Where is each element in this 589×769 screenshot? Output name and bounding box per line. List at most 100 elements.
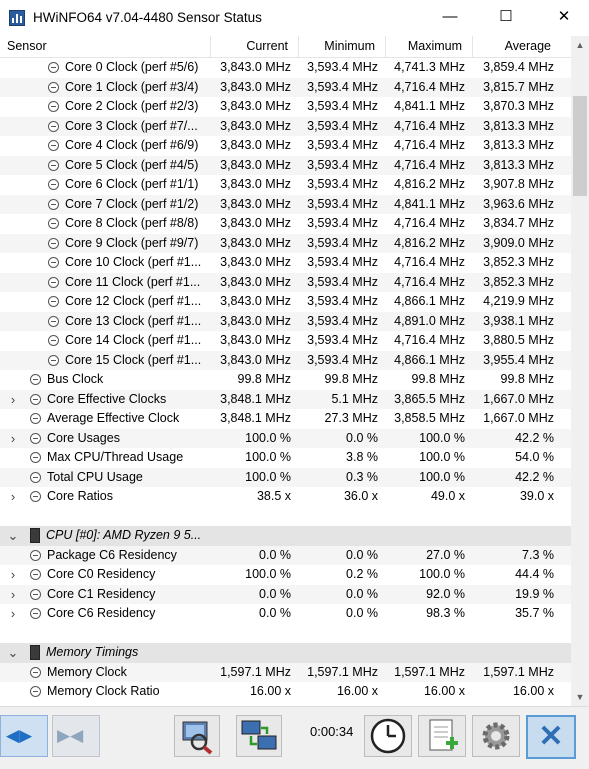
sensor-value-average: 3,813.3 MHz bbox=[483, 118, 554, 133]
column-header-maximum[interactable]: Maximum bbox=[385, 36, 472, 57]
sensor-gauge-icon bbox=[30, 666, 41, 678]
sensor-group-row[interactable]: ⌄ Memory Timings bbox=[0, 643, 571, 663]
sensor-row[interactable]: › Core C1 Residency 0.0 % 0.0 % 92.0 % 19.9 % bbox=[0, 584, 571, 605]
sensor-row[interactable]: Core 8 Clock (perf #8/8) 3,843.0 MHz 3,593… bbox=[0, 214, 571, 234]
column-header: Sensor Current Minimum Maximum Average bbox=[0, 36, 571, 58]
sensor-value-minimum: 0.0 % bbox=[346, 430, 378, 445]
sensor-value-maximum: 4,716.4 MHz bbox=[394, 216, 465, 230]
scroll-up-arrow-icon[interactable]: ▲ bbox=[571, 36, 589, 54]
sensor-value-average: 3,815.7 MHz bbox=[483, 79, 554, 94]
sensor-gauge-icon bbox=[30, 471, 41, 483]
sensor-value-minimum: 3,593.4 MHz bbox=[307, 60, 378, 74]
sensor-row[interactable]: Core 1 Clock (perf #3/4) 3,843.0 MHz 3,593… bbox=[0, 77, 571, 97]
sensor-group-label: CPU [#0]: AMD Ryzen 9 5... bbox=[46, 528, 202, 542]
expand-chevron-icon[interactable]: › bbox=[7, 429, 19, 449]
hwinfo-app-icon bbox=[9, 10, 25, 26]
sensor-value-current: 16.00 x bbox=[249, 684, 291, 698]
expand-chevron-icon[interactable]: › bbox=[7, 565, 19, 585]
sensor-value-current: 0.0 % bbox=[259, 547, 291, 562]
column-header-sensor[interactable]: Sensor bbox=[0, 36, 210, 57]
sensor-value-average: 99.8 MHz bbox=[500, 372, 555, 386]
sensor-value-average: 42.2 % bbox=[515, 469, 554, 484]
expand-collapse-arrows-icon[interactable]: ◀▶ bbox=[0, 715, 48, 757]
sensor-value-maximum: 100.0 % bbox=[419, 450, 465, 464]
sensor-row[interactable]: › Core Usages 100.0 % 0.0 % 100.0 % 42.2 % bbox=[0, 428, 571, 449]
sensor-row[interactable]: Core 3 Clock (perf #7/... 3,843.0 MHz 3,59… bbox=[0, 116, 571, 136]
settings-gear-icon[interactable] bbox=[472, 715, 520, 757]
column-header-current[interactable]: Current bbox=[210, 36, 298, 57]
expand-chevron-icon[interactable]: › bbox=[7, 390, 19, 410]
bottom-toolbar: ◀▶ ▶◀ 0:00:34 ✕ bbox=[0, 706, 589, 769]
sensor-row[interactable]: Core 13 Clock (perf #1... 3,843.0 MHz 3,59… bbox=[0, 311, 571, 331]
sensor-row[interactable]: Core 7 Clock (perf #1/2) 3,843.0 MHz 3,593… bbox=[0, 194, 571, 214]
layout-arrows-icon[interactable]: ▶◀ bbox=[52, 715, 100, 757]
sensor-row[interactable]: Core 10 Clock (perf #1... 3,843.0 MHz 3,59… bbox=[0, 253, 571, 273]
sensor-value-maximum: 3,858.5 MHz bbox=[394, 411, 465, 425]
sensor-row[interactable]: › Core Ratios 38.5 x 36.0 x 49.0 x 39.0 x bbox=[0, 487, 571, 507]
sensor-row[interactable]: Max CPU/Thread Usage 100.0 % 3.8 % 100.0 % 5… bbox=[0, 448, 571, 468]
collapse-chevron-icon[interactable]: ⌄ bbox=[7, 526, 19, 546]
sensor-value-average: 3,834.7 MHz bbox=[483, 216, 554, 230]
sensor-row[interactable]: Memory Clock 1,597.1 MHz 1,597.1 MHz 1,597.… bbox=[0, 662, 571, 682]
scroll-down-arrow-icon[interactable]: ▼ bbox=[571, 688, 589, 706]
sensor-value-minimum: 3,593.4 MHz bbox=[307, 313, 378, 328]
sensor-label: Core 1 Clock (perf #3/4) bbox=[65, 79, 199, 94]
sensor-row[interactable]: › Core Effective Clocks 3,848.1 MHz 5.1 MHz… bbox=[0, 389, 571, 410]
sensor-value-average: 1,597.1 MHz bbox=[483, 664, 554, 679]
sensor-row[interactable]: › Core C6 Residency 0.0 % 0.0 % 98.3 % 35.7 % bbox=[0, 604, 571, 624]
sensor-row[interactable]: Bus Clock 99.8 MHz 99.8 MHz 99.8 MHz 99.8 MH… bbox=[0, 370, 571, 390]
sensor-row[interactable]: Core 15 Clock (perf #1... 3,843.0 MHz 3,59… bbox=[0, 350, 571, 370]
sensor-row[interactable]: Core 9 Clock (perf #9/7) 3,843.0 MHz 3,593… bbox=[0, 233, 571, 253]
sensor-label: Average Effective Clock bbox=[47, 411, 180, 425]
sensor-value-maximum: 92.0 % bbox=[426, 586, 465, 601]
sensor-row[interactable]: Core 11 Clock (perf #1... 3,843.0 MHz 3,59… bbox=[0, 272, 571, 292]
spacer-row bbox=[0, 507, 571, 527]
sensor-gauge-icon bbox=[48, 315, 59, 327]
expand-chevron-icon[interactable]: › bbox=[7, 585, 19, 605]
sensor-row[interactable]: Core 12 Clock (perf #1... 3,843.0 MHz 3,59… bbox=[0, 292, 571, 312]
sensor-value-minimum: 3,593.4 MHz bbox=[307, 216, 378, 230]
add-report-icon[interactable] bbox=[418, 715, 466, 757]
sensor-value-average: 3,963.6 MHz bbox=[483, 196, 554, 211]
column-header-average[interactable]: Average bbox=[472, 36, 561, 57]
clock-reset-icon[interactable] bbox=[364, 715, 412, 757]
sensor-value-average: 16.00 x bbox=[512, 684, 554, 698]
sensor-row[interactable]: Core 0 Clock (perf #5/6) 3,843.0 MHz 3,593… bbox=[0, 58, 571, 78]
sensor-label: Core 3 Clock (perf #7/... bbox=[65, 118, 198, 133]
column-header-minimum[interactable]: Minimum bbox=[298, 36, 385, 57]
sensor-gauge-icon bbox=[48, 257, 59, 268]
sensor-value-maximum: 4,841.1 MHz bbox=[394, 196, 465, 211]
scrollbar-thumb[interactable] bbox=[573, 96, 587, 196]
sensor-value-minimum: 3,593.4 MHz bbox=[307, 118, 378, 133]
sensor-row[interactable]: Memory Clock Ratio 16.00 x 16.00 x 16.00 x 1… bbox=[0, 682, 571, 702]
expand-chevron-icon[interactable]: › bbox=[7, 487, 19, 507]
network-computers-icon[interactable] bbox=[236, 715, 282, 757]
maximize-button[interactable]: ☐ bbox=[483, 0, 529, 34]
close-sensors-button[interactable]: ✕ bbox=[526, 715, 576, 759]
sensor-value-maximum: 4,716.4 MHz bbox=[394, 138, 465, 152]
sensor-value-current: 3,843.0 MHz bbox=[220, 313, 291, 328]
sensor-row[interactable]: › Core C0 Residency 100.0 % 0.2 % 100.0 % 44.… bbox=[0, 565, 571, 585]
sensor-label: Core 5 Clock (perf #4/5) bbox=[65, 157, 199, 172]
sensor-gauge-icon bbox=[48, 62, 59, 73]
sensor-value-maximum: 4,841.1 MHz bbox=[394, 99, 465, 113]
sensor-row[interactable]: Core 6 Clock (perf #1/1) 3,843.0 MHz 3,593… bbox=[0, 175, 571, 195]
vertical-scrollbar[interactable]: ▲ ▼ bbox=[571, 36, 589, 706]
sensor-row[interactable]: Core 5 Clock (perf #4/5) 3,843.0 MHz 3,593… bbox=[0, 155, 571, 175]
sensor-value-current: 3,843.0 MHz bbox=[220, 79, 291, 94]
sensor-row[interactable]: Core 14 Clock (perf #1... 3,843.0 MHz 3,59… bbox=[0, 331, 571, 351]
network-search-icon[interactable] bbox=[174, 715, 220, 757]
sensor-row[interactable]: Average Effective Clock 3,848.1 MHz 27.3 M… bbox=[0, 409, 571, 429]
sensor-value-current: 3,843.0 MHz bbox=[220, 60, 291, 74]
sensor-label: Core 13 Clock (perf #1... bbox=[65, 313, 202, 328]
sensor-row[interactable]: Core 4 Clock (perf #6/9) 3,843.0 MHz 3,593… bbox=[0, 136, 571, 156]
close-window-button[interactable]: ✕ bbox=[541, 0, 587, 34]
sensor-row[interactable]: Package C6 Residency 0.0 % 0.0 % 27.0 % 7.3 … bbox=[0, 545, 571, 565]
minimize-button[interactable]: — bbox=[427, 0, 473, 34]
sensor-label: Core 10 Clock (perf #1... bbox=[65, 255, 202, 269]
sensor-group-row[interactable]: ⌄ CPU [#0]: AMD Ryzen 9 5... bbox=[0, 526, 571, 546]
sensor-row[interactable]: Total CPU Usage 100.0 % 0.3 % 100.0 % 42.2 % bbox=[0, 467, 571, 487]
collapse-chevron-icon[interactable]: ⌄ bbox=[7, 643, 19, 663]
sensor-row[interactable]: Core 2 Clock (perf #2/3) 3,843.0 MHz 3,593… bbox=[0, 97, 571, 117]
expand-chevron-icon[interactable]: › bbox=[7, 604, 19, 624]
